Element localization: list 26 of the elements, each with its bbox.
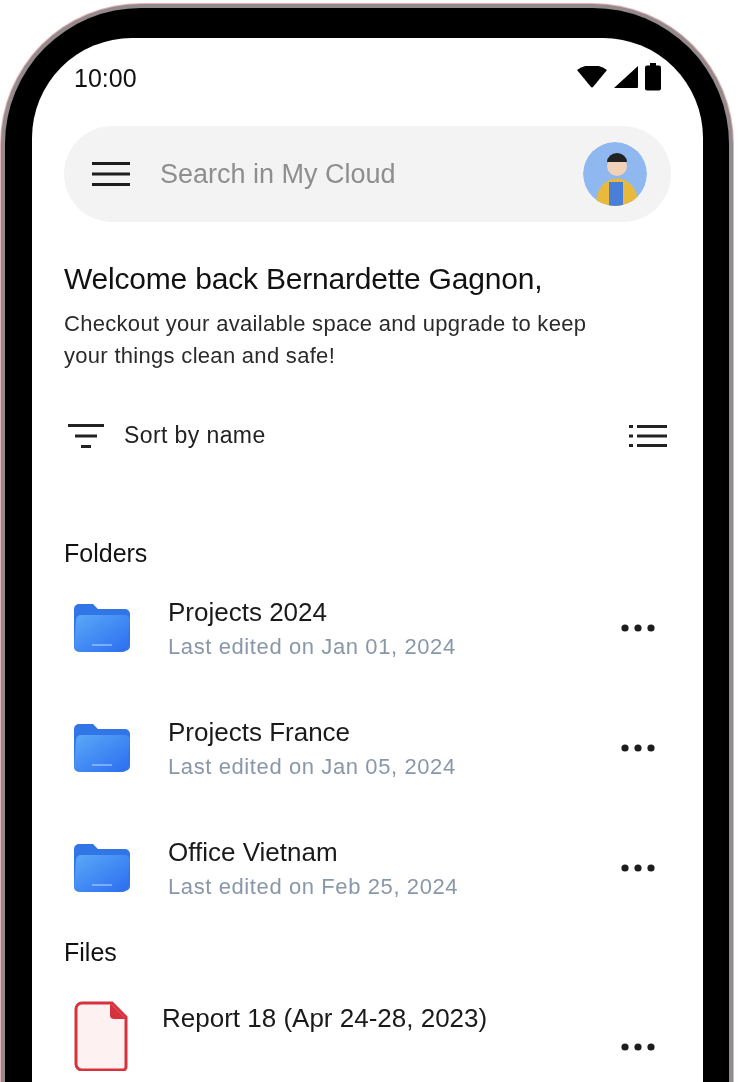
folder-date: Last edited on Feb 25, 2024 <box>168 873 460 900</box>
welcome-heading: Welcome back Bernardette Gagnon, <box>64 262 544 296</box>
more-icon[interactable] <box>621 624 655 632</box>
more-icon[interactable] <box>621 744 655 752</box>
document-icon <box>74 1001 128 1071</box>
status-time: 10:00 <box>74 62 137 93</box>
list-view-icon[interactable] <box>629 424 667 447</box>
folder-name[interactable]: Projects 2024 <box>168 596 621 628</box>
folder-date: Last edited on Jan 05, 2024 <box>168 753 457 780</box>
file-name[interactable]: Report 18 (Apr 24-28, 2023) <box>162 1003 621 1034</box>
signal-icon <box>613 65 639 89</box>
folder-date: Last edited on Jan 01, 2024 <box>168 633 457 660</box>
more-icon[interactable] <box>621 864 655 872</box>
menu-icon[interactable] <box>92 162 130 186</box>
welcome-subtitle: Checkout your available space and upgrade to keep your things clean and safe! <box>64 310 588 370</box>
files-heading: Files <box>64 938 118 967</box>
folder-name[interactable]: Projects France <box>168 716 621 748</box>
avatar-icon[interactable] <box>583 142 647 206</box>
folders-heading: Folders <box>64 539 149 568</box>
filter-icon <box>68 423 104 448</box>
folder-name[interactable]: Office Vietnam <box>168 836 621 868</box>
wifi-icon <box>577 66 607 88</box>
search-field[interactable]: Search in My Cloud <box>158 157 583 191</box>
battery-icon <box>645 63 661 91</box>
more-icon[interactable] <box>621 1043 655 1051</box>
sort-button[interactable]: Sort by name <box>68 422 266 449</box>
